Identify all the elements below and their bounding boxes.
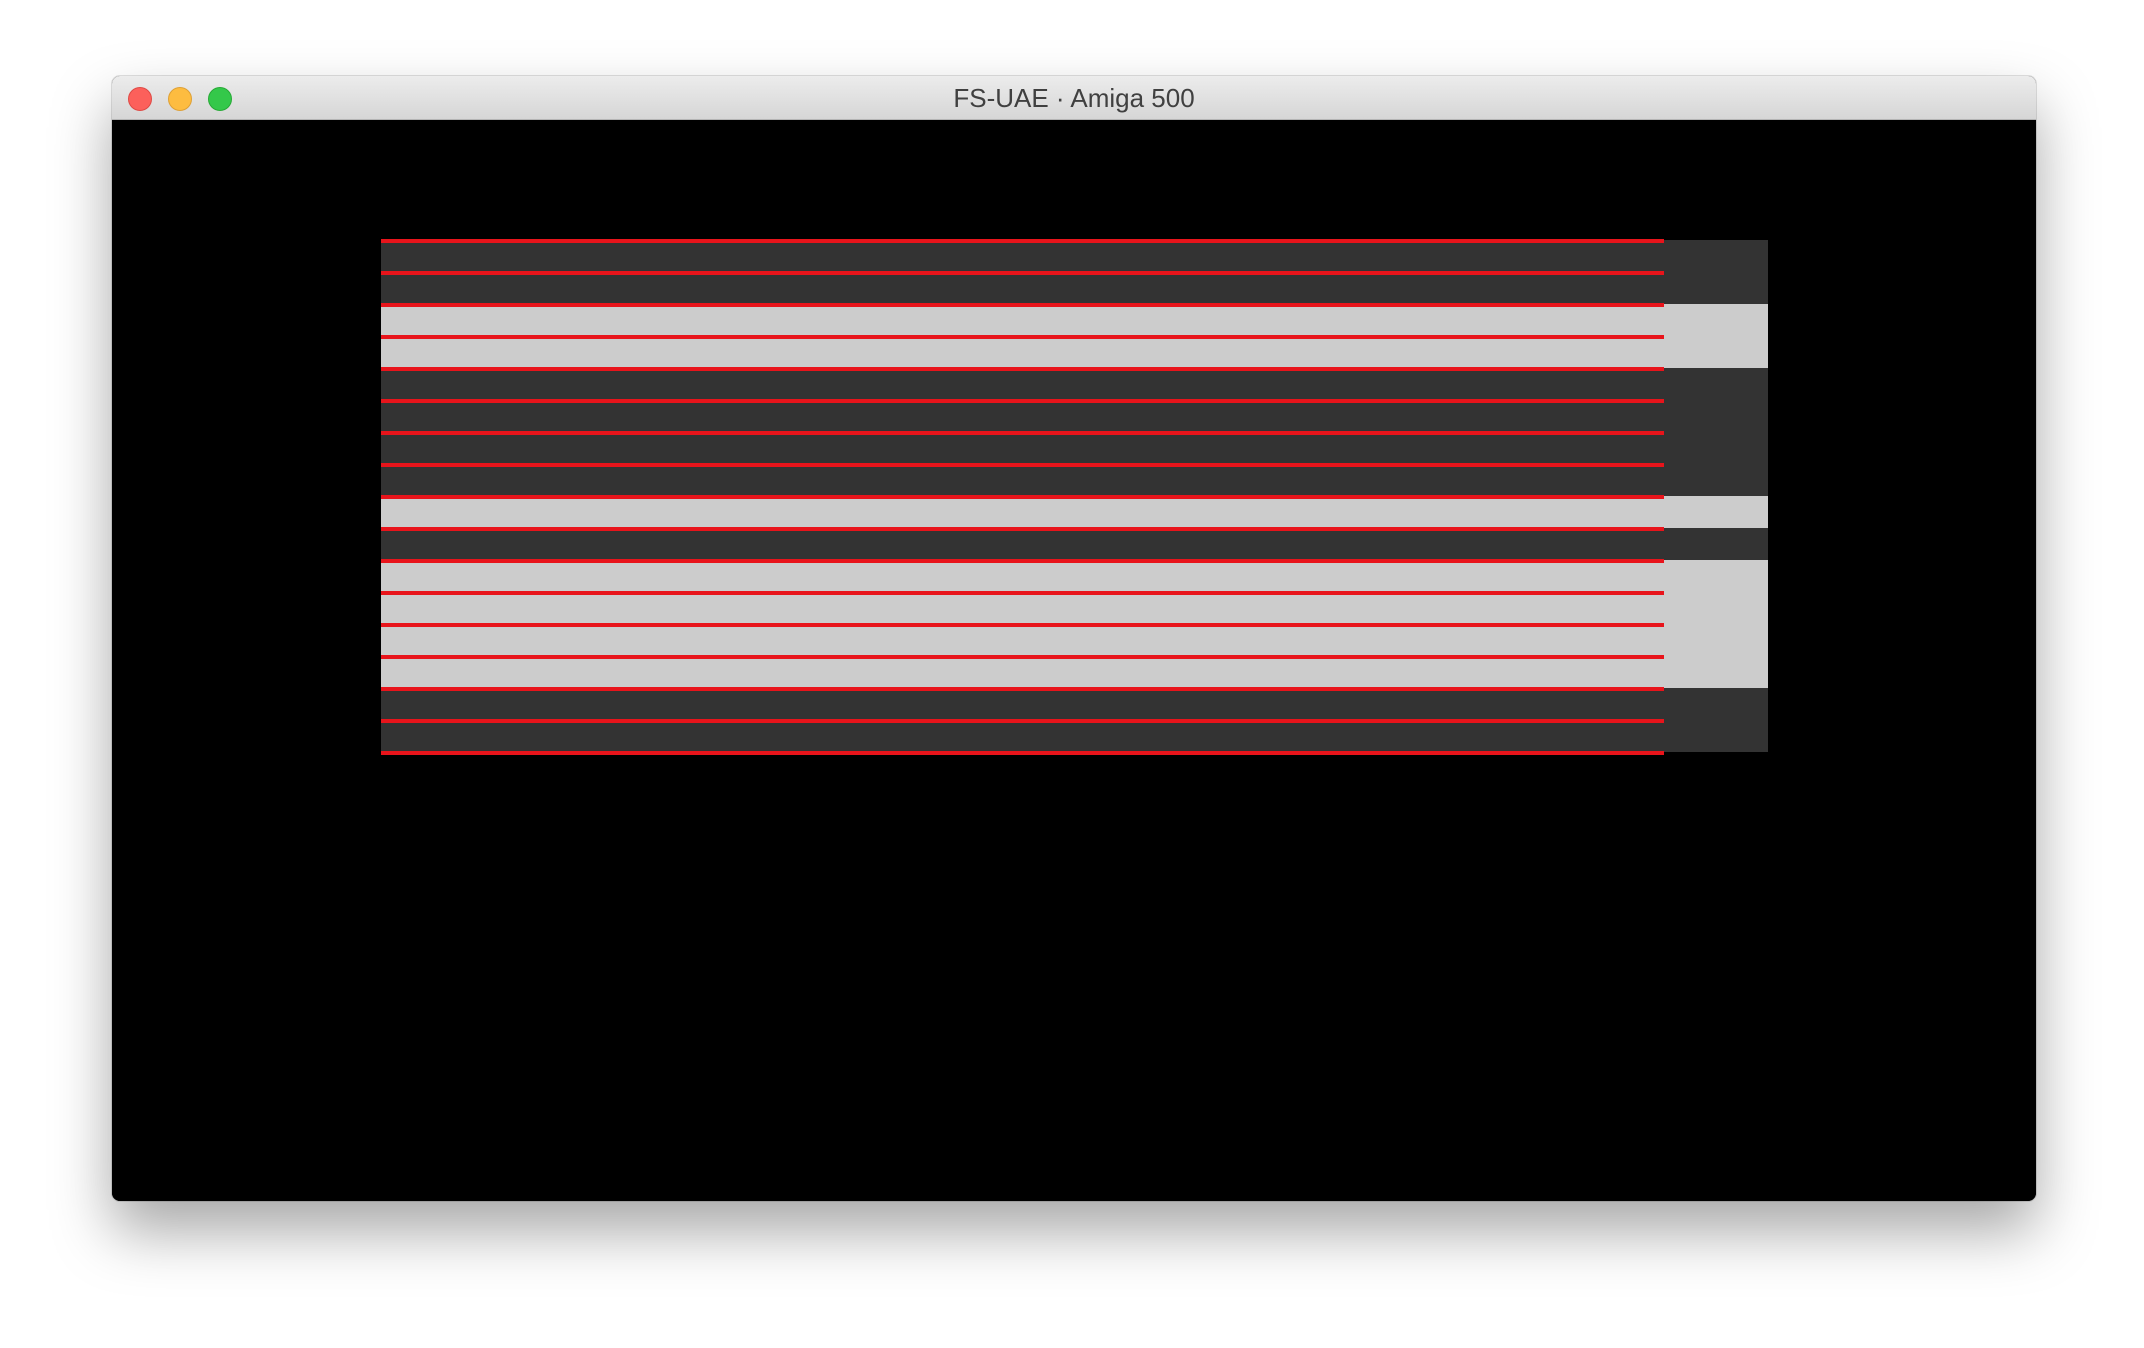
raster-line xyxy=(381,751,1664,755)
raster-line xyxy=(381,271,1664,275)
title-bar[interactable]: FS-UAE · Amiga 500 xyxy=(112,76,2036,120)
raster-line xyxy=(381,431,1664,435)
raster-line xyxy=(381,367,1664,371)
raster-line xyxy=(381,303,1664,307)
raster-line xyxy=(381,335,1664,339)
raster-line xyxy=(381,687,1664,691)
raster-line xyxy=(381,623,1664,627)
emulator-screen[interactable] xyxy=(112,120,2036,1201)
dark-band xyxy=(381,528,1768,560)
raster-line xyxy=(381,559,1664,563)
window-title: FS-UAE · Amiga 500 xyxy=(953,83,1195,113)
raster-line xyxy=(381,719,1664,723)
raster-line xyxy=(381,527,1664,531)
raster-line xyxy=(381,399,1664,403)
raster-line xyxy=(381,495,1664,499)
raster-line xyxy=(381,463,1664,467)
raster-line xyxy=(381,655,1664,659)
raster-line xyxy=(381,591,1664,595)
raster-line xyxy=(381,239,1664,243)
app-window: FS-UAE · Amiga 500 xyxy=(112,76,2036,1201)
light-band xyxy=(381,496,1768,528)
